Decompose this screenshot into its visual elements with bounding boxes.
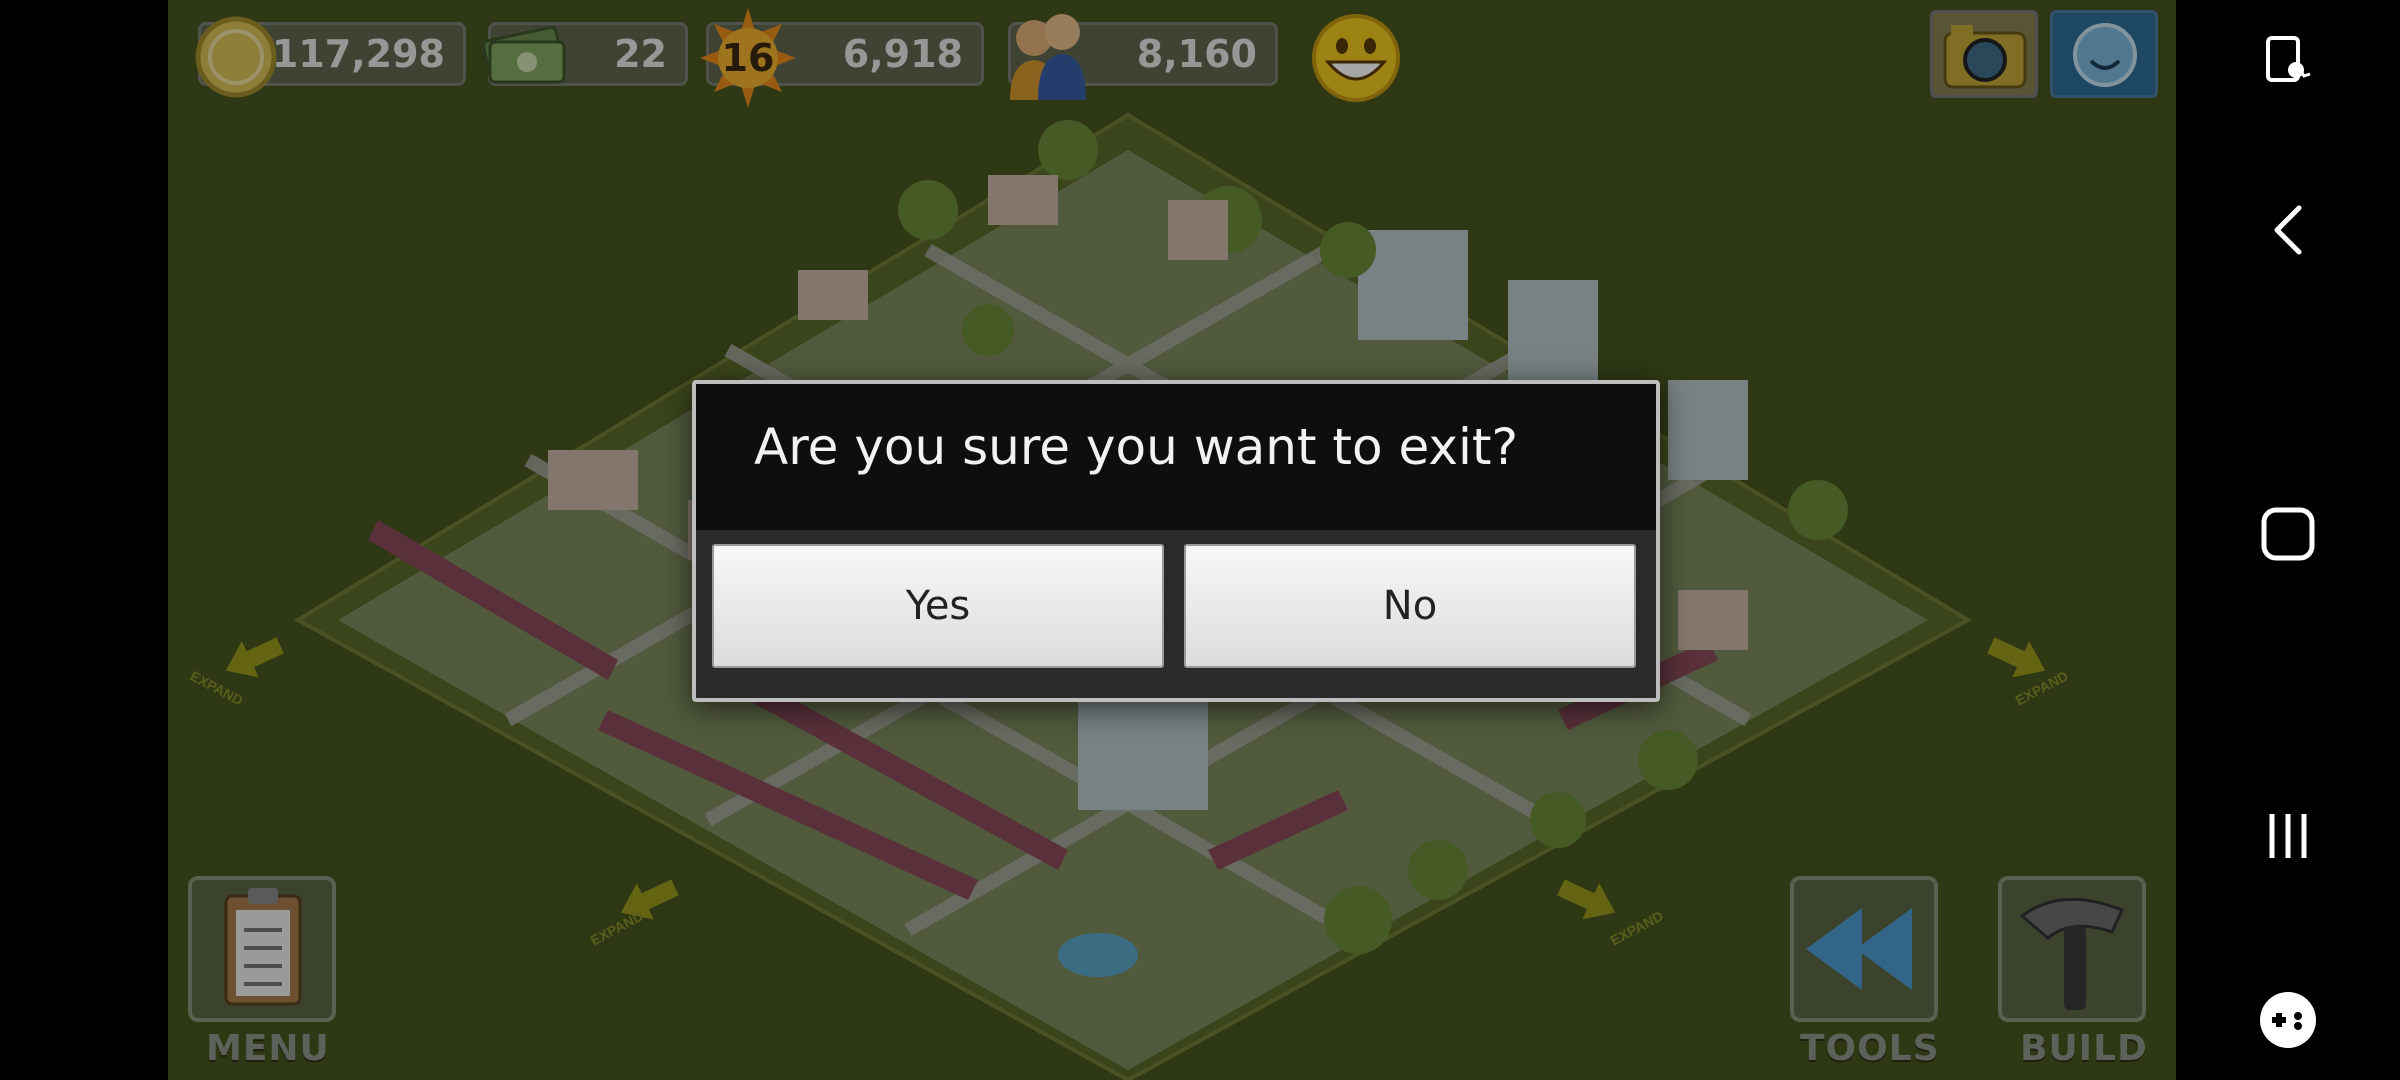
coins-value: 117,298 [271,32,445,76]
camera-icon [1943,25,2027,89]
friend-face-icon [2073,23,2137,87]
back-icon [2274,205,2302,255]
cash-icon [482,25,566,84]
level-value: 16 [721,36,775,80]
dialog-title: Are you sure you want to exit? [754,418,1519,476]
no-button[interactable]: No [1184,544,1636,668]
game-tools-button[interactable] [2176,960,2400,1080]
coin-icon [195,16,277,98]
social-button[interactable] [2050,10,2158,98]
menu-button[interactable] [188,876,336,1022]
back-button[interactable] [2176,170,2400,290]
population-value: 8,160 [1136,32,1257,76]
rewind-icon [1806,908,1912,990]
tools-button[interactable] [1790,876,1938,1022]
screen: EXPAND EXPAND EXPAND EXPAND 117,298 22 6… [0,0,2400,1080]
camera-button[interactable] [1930,10,2038,98]
exit-dialog: Are you sure you want to exit? Yes No [692,380,1660,702]
cash-value: 22 [614,32,667,76]
smiley-icon[interactable] [1308,10,1404,106]
yes-label: Yes [905,583,971,629]
build-button[interactable] [1998,876,2146,1022]
hammer-icon [2019,897,2125,1010]
home-icon [2261,507,2315,561]
clipboard-icon [224,888,302,1006]
screen-rotate-icon [2266,36,2311,82]
yes-button[interactable]: Yes [712,544,1164,668]
rotate-button[interactable] [2176,0,2400,120]
build-label: BUILD [2020,1028,2148,1069]
people-icon [1010,14,1086,100]
tools-label: TOOLS [1800,1028,1940,1069]
menu-label: MENU [206,1028,330,1069]
system-navigation-bar [2176,0,2400,1080]
home-button[interactable] [2176,474,2400,594]
recents-button[interactable] [2176,776,2400,896]
game-tools-icon [2260,992,2316,1048]
recents-icon [2269,814,2307,858]
xp-value: 6,918 [842,32,963,76]
dialog-button-bar: Yes No [696,530,1656,698]
no-label: No [1382,583,1438,629]
